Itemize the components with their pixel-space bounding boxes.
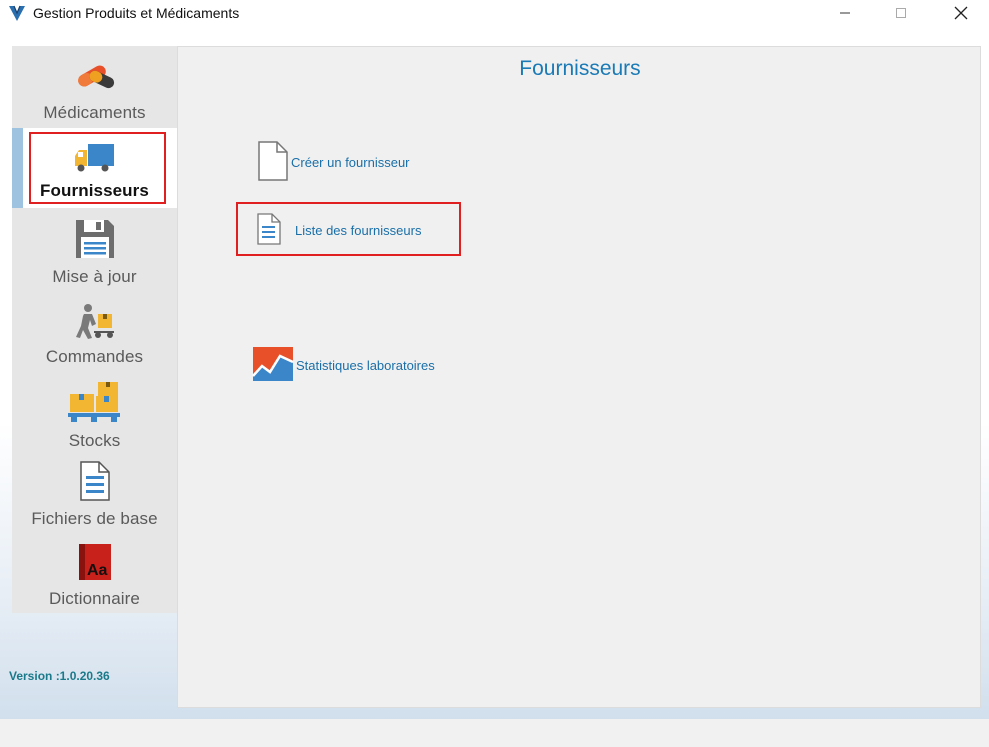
dictionary-icon: Aa	[77, 542, 113, 587]
sidebar-item-medicaments[interactable]: Médicaments	[12, 56, 177, 123]
close-icon	[954, 6, 968, 20]
lab-statistics-label: Statistiques laboratoires	[296, 358, 435, 373]
sidebar-item-label: Fichiers de base	[31, 509, 158, 528]
active-item-highlight-box	[29, 132, 166, 204]
document-icon	[79, 460, 111, 507]
sidebar-item-dictionnaire[interactable]: Aa Dictionnaire	[12, 542, 177, 609]
list-document-icon	[255, 212, 289, 249]
version-label: Version :1.0.20.36	[9, 669, 110, 683]
sidebar-item-commandes[interactable]: Commandes	[12, 302, 177, 367]
window-title: Gestion Produits et Médicaments	[33, 5, 240, 21]
page-title: Fournisseurs	[519, 57, 641, 80]
close-button[interactable]	[938, 0, 984, 26]
list-suppliers-label: Liste des fournisseurs	[295, 223, 422, 238]
sidebar-item-label: Médicaments	[43, 103, 146, 122]
floppy-disk-icon	[74, 218, 116, 265]
sidebar-item-label: Mise à jour	[52, 267, 137, 286]
sidebar-item-fichiers-de-base[interactable]: Fichiers de base	[12, 460, 177, 529]
list-suppliers-link[interactable]: Liste des fournisseurs	[255, 212, 421, 249]
boxes-pallet-icon	[67, 380, 122, 429]
sidebar-item-label: Commandes	[45, 347, 144, 366]
app-logo-icon	[8, 4, 26, 22]
minimize-icon	[840, 12, 850, 14]
pills-icon	[73, 56, 117, 101]
status-bar	[0, 719, 989, 747]
sidebar-item-label: Dictionnaire	[49, 589, 140, 608]
sidebar-item-label: Stocks	[68, 431, 121, 450]
create-supplier-label: Créer un fournisseur	[291, 155, 410, 170]
minimize-button[interactable]	[822, 0, 868, 26]
title-bar: Gestion Produits et Médicaments	[0, 0, 989, 26]
statistics-chart-icon	[252, 346, 294, 385]
maximize-button[interactable]	[878, 0, 924, 26]
svg-text:Aa: Aa	[87, 562, 108, 579]
blank-document-icon	[255, 140, 289, 185]
sidebar-item-stocks[interactable]: Stocks	[12, 380, 177, 451]
sidebar-item-mise-a-jour[interactable]: Mise à jour	[12, 218, 177, 287]
create-supplier-link[interactable]: Créer un fournisseur	[255, 140, 410, 185]
maximize-icon	[896, 8, 906, 18]
delivery-person-icon	[74, 302, 116, 345]
lab-statistics-link[interactable]: Statistiques laboratoires	[252, 346, 435, 385]
